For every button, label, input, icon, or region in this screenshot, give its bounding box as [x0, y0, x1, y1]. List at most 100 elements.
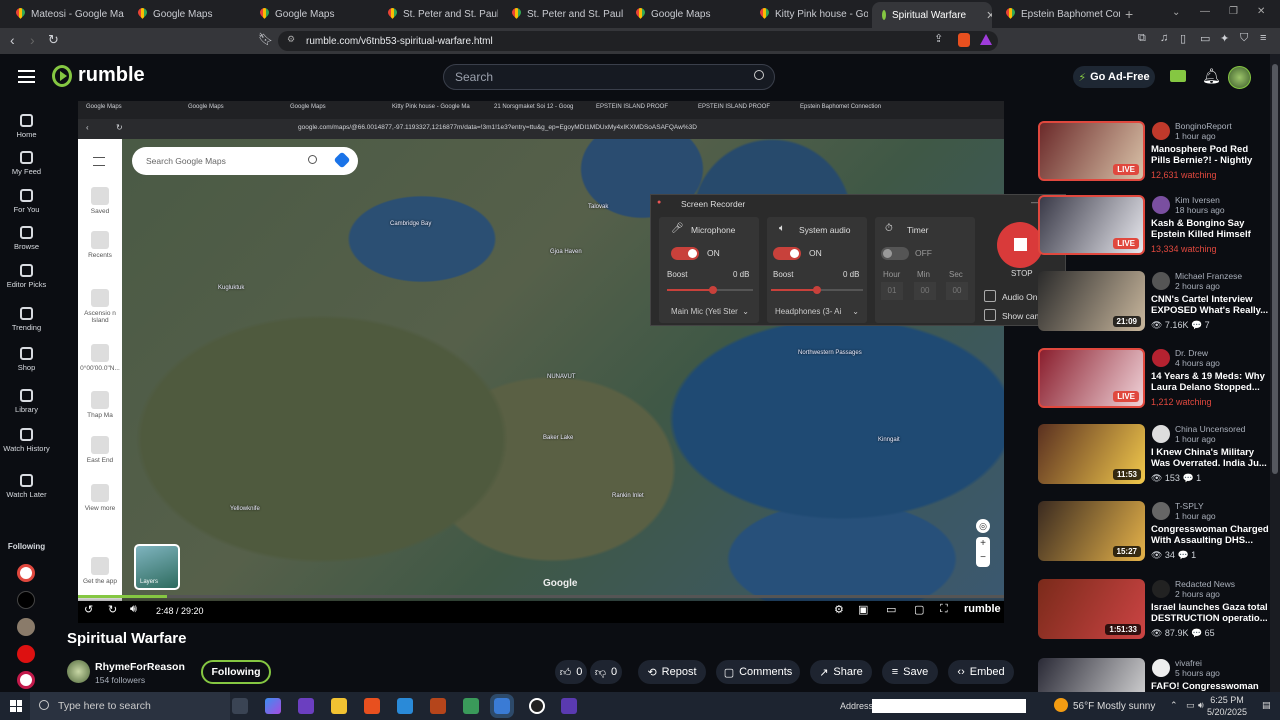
- sys-boost-slider[interactable]: [771, 286, 863, 294]
- new-tab-button[interactable]: +: [1125, 6, 1133, 22]
- comments-button[interactable]: ▢ Comments: [716, 660, 800, 684]
- forward-icon[interactable]: ›: [30, 32, 35, 48]
- share-page-icon[interactable]: ⇪: [934, 32, 943, 45]
- video-thumbnail[interactable]: LIVE: [1038, 195, 1145, 255]
- app-icon[interactable]: [298, 698, 314, 714]
- wallet-icon[interactable]: ▭: [1200, 32, 1210, 45]
- bookmark-icon[interactable]: 🔖︎: [258, 32, 273, 46]
- video-title[interactable]: CNN's Cartel Interview EXPOSED What's Re…: [1151, 294, 1269, 316]
- video-title[interactable]: Congresswoman Charged With Assaulting DH…: [1151, 524, 1269, 546]
- second-field[interactable]: 00: [946, 282, 968, 300]
- file-explorer-icon[interactable]: [331, 698, 347, 714]
- nav-item-editor-picks[interactable]: Editor Picks: [0, 264, 53, 289]
- repost-button[interactable]: ⟲ Repost: [638, 660, 706, 684]
- save-button[interactable]: ≡ Save: [882, 660, 938, 684]
- address-toolbar-input[interactable]: [872, 699, 1026, 713]
- nav-item-library[interactable]: Library: [0, 389, 53, 414]
- browser-tab[interactable]: St. Peter and St. Paul Ligh: [378, 4, 498, 24]
- leo-icon[interactable]: ✦: [1220, 32, 1229, 45]
- app-icon[interactable]: [430, 698, 446, 714]
- mic-boost-slider[interactable]: [667, 286, 753, 294]
- mic-device-select[interactable]: Main Mic (Yeti Ster ⌄: [667, 302, 753, 320]
- url-field[interactable]: ⚙ rumble.com/v6tnb53-spiritual-warfare.h…: [278, 31, 998, 51]
- video-player[interactable]: Google Maps Google Maps Google Maps Kitty P…: [78, 101, 1004, 623]
- show-camera-checkbox[interactable]: [984, 309, 996, 321]
- video-title[interactable]: Manosphere Pod Red Pills Bernie?! - Nigh…: [1151, 144, 1269, 166]
- cast-icon[interactable]: ▢: [914, 603, 924, 616]
- sidebar-toggle-icon[interactable]: ▯: [1180, 32, 1186, 45]
- close-window-icon[interactable]: ✕: [1257, 6, 1265, 17]
- scroll-thumb[interactable]: [1272, 64, 1278, 474]
- channel-name[interactable]: Redacted News: [1175, 579, 1235, 589]
- pip-icon[interactable]: ▣: [858, 603, 868, 616]
- video-thumbnail[interactable]: 1:51:33: [1038, 579, 1145, 639]
- nav-item-browse[interactable]: Browse: [0, 226, 53, 251]
- go-ad-free-button[interactable]: ⚡ Go Ad-Free: [1073, 66, 1155, 88]
- hamburger-menu-icon[interactable]: [18, 70, 35, 83]
- page-scrollbar[interactable]: [1270, 54, 1280, 692]
- nav-item-home[interactable]: Home: [0, 114, 53, 139]
- search-icon[interactable]: [754, 70, 764, 80]
- dislike-button[interactable]: 👎︎ 0: [590, 660, 622, 684]
- channel-name[interactable]: Kim Iversen: [1175, 195, 1220, 205]
- task-view-icon[interactable]: [232, 698, 248, 714]
- theater-icon[interactable]: ▭: [886, 603, 896, 616]
- related-video-card[interactable]: 1:51:33 Redacted News 2 hours ago Israel…: [1038, 579, 1268, 639]
- menu-icon[interactable]: ≡: [1260, 32, 1266, 44]
- browser-tab[interactable]: Mateosi - Google Maps: [6, 4, 124, 24]
- channel-avatar[interactable]: [1152, 659, 1170, 677]
- nav-item-watch-later[interactable]: Watch Later: [0, 474, 53, 499]
- search-input[interactable]: Search: [443, 64, 775, 90]
- windows-start-icon[interactable]: [10, 700, 22, 712]
- tab-search-icon[interactable]: ⌄: [1172, 7, 1180, 18]
- nav-item-my-feed[interactable]: My Feed: [0, 151, 53, 176]
- settings-icon[interactable]: ⚙: [834, 603, 844, 616]
- brave-rewards-icon[interactable]: [980, 34, 992, 45]
- tab-active[interactable]: Spiritual Warfare ✕: [872, 2, 992, 28]
- following-channel-avatar[interactable]: [17, 645, 35, 663]
- channel-name[interactable]: Michael Franzese: [1175, 271, 1242, 281]
- minimize-icon[interactable]: —: [1200, 6, 1210, 17]
- video-thumbnail[interactable]: 21:09: [1038, 271, 1145, 331]
- channel-name[interactable]: RhymeForReason: [95, 661, 185, 673]
- app-icon[interactable]: [397, 698, 413, 714]
- back-icon[interactable]: ‹: [10, 32, 15, 48]
- media-player-icon[interactable]: [529, 698, 545, 714]
- following-channel-avatar[interactable]: [17, 591, 35, 609]
- sys-device-select[interactable]: Headphones (3- Ai ⌄: [771, 302, 863, 320]
- browser-tab[interactable]: Google Maps: [250, 4, 374, 24]
- related-video-card[interactable]: 15:27 T-SPLY 1 hour ago Congresswoman Ch…: [1038, 501, 1269, 561]
- volume-icon[interactable]: 🔊︎: [130, 603, 137, 616]
- video-title[interactable]: I Knew China's Military Was Overrated. I…: [1151, 447, 1269, 469]
- nav-item-trending[interactable]: Trending: [0, 307, 53, 332]
- related-video-card[interactable]: LIVE Dr. Drew 4 hours ago 14 Years & 19 …: [1038, 348, 1268, 408]
- like-button[interactable]: 👍︎ 0: [555, 660, 587, 684]
- channel-name[interactable]: BonginoReport: [1175, 121, 1232, 131]
- channel-avatar[interactable]: [1152, 580, 1170, 598]
- video-thumbnail[interactable]: LIVE: [1038, 121, 1145, 181]
- notification-center-icon[interactable]: ▤: [1262, 700, 1271, 711]
- video-title[interactable]: 14 Years & 19 Meds: Why Laura Delano Sto…: [1151, 371, 1269, 393]
- screen-recorder-window[interactable]: ● Screen Recorder — ✕ 🎤︎ Microphone ON B…: [650, 194, 1066, 326]
- browser-tab[interactable]: St. Peter and St. Paul Ligh: [502, 4, 624, 24]
- channel-name[interactable]: T-SPLY: [1175, 501, 1204, 511]
- related-video-card[interactable]: LIVE BonginoReport 1 hour ago Manosphere…: [1038, 121, 1268, 181]
- following-channel-avatar[interactable]: [17, 564, 35, 582]
- browser-tab[interactable]: Google Maps: [128, 4, 246, 24]
- nav-item-for-you[interactable]: For You: [0, 189, 53, 214]
- microphone-toggle[interactable]: [671, 247, 699, 260]
- user-avatar[interactable]: [1228, 66, 1251, 89]
- channel-name[interactable]: Dr. Drew: [1175, 348, 1208, 358]
- minute-field[interactable]: 00: [914, 282, 936, 300]
- hour-field[interactable]: 01: [881, 282, 903, 300]
- video-title[interactable]: Kash & Bongino Say Epstein Killed Himsel…: [1151, 218, 1269, 240]
- upload-video-icon[interactable]: [1170, 70, 1186, 82]
- video-thumbnail[interactable]: LIVE: [1038, 348, 1145, 408]
- channel-avatar[interactable]: [1152, 122, 1170, 140]
- channel-avatar[interactable]: [1152, 502, 1170, 520]
- nav-item-shop[interactable]: Shop: [0, 347, 53, 372]
- tab-epstein[interactable]: Epstein Baphomet Conne: [996, 4, 1120, 24]
- stop-record-button[interactable]: [997, 222, 1043, 268]
- channel-name[interactable]: vivafrei: [1175, 658, 1202, 668]
- audio-only-checkbox[interactable]: [984, 290, 996, 302]
